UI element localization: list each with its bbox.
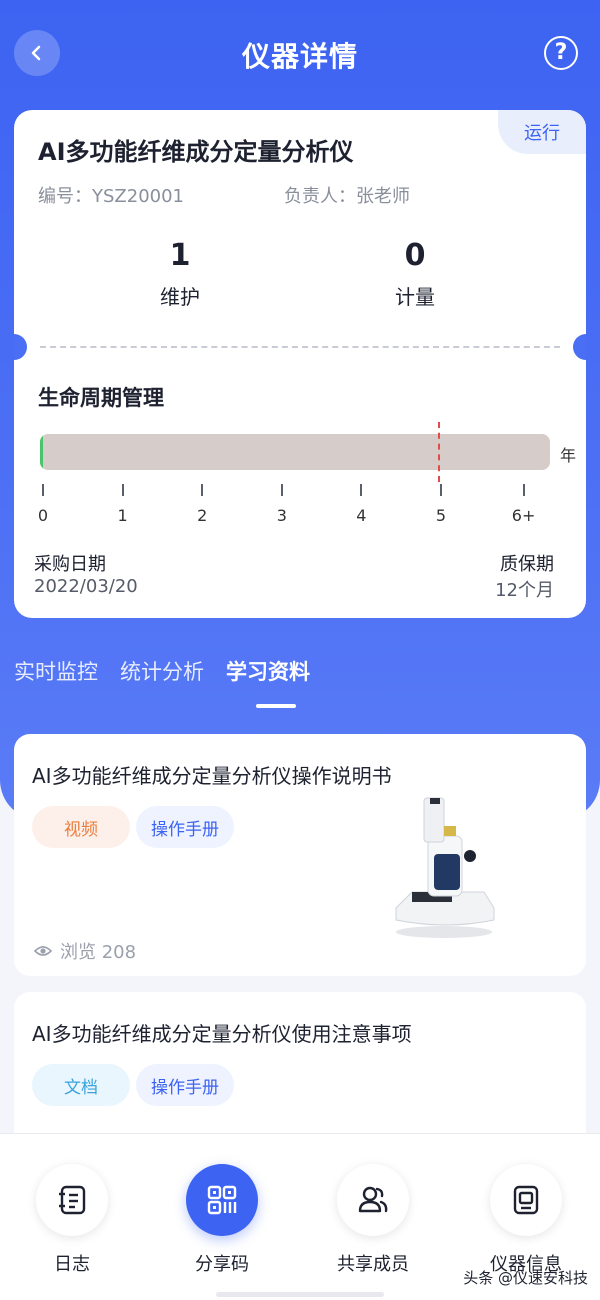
lifecycle-bar-fill	[40, 434, 44, 470]
axis-tick	[522, 484, 525, 496]
nav-shared-members-label: 共享成员	[337, 1254, 409, 1275]
view-count: 浏览 208	[34, 938, 136, 964]
card-notch-right	[573, 334, 586, 360]
tab-learning-materials[interactable]: 学习资料	[226, 656, 310, 686]
calibration-count: 0	[404, 238, 426, 273]
lifecycle-title: 生命周期管理	[38, 386, 164, 410]
dashed-divider	[40, 346, 560, 348]
document-card[interactable]: AI多功能纤维成分定量分析仪使用注意事项 文档 操作手册	[14, 992, 586, 1152]
document-title: AI多功能纤维成分定量分析仪使用注意事项	[32, 1022, 412, 1046]
tag-video: 视频	[32, 806, 130, 848]
instrument-code: 编号：YSZ20001	[38, 186, 185, 207]
tag-manual: 操作手册	[136, 1064, 234, 1106]
nav-log[interactable]: 日志	[12, 1164, 132, 1276]
axis-tick	[280, 484, 283, 496]
calibration-stat[interactable]: 0 计量	[355, 238, 475, 310]
axis-tick	[121, 484, 124, 496]
instrument-card: 运行 AI多功能纤维成分定量分析仪 编号：YSZ20001 负责人：张老师 1 …	[14, 110, 586, 618]
axis-tick-label: 4	[356, 506, 367, 525]
current-year-marker	[438, 422, 440, 482]
nav-log-button[interactable]	[36, 1164, 108, 1236]
calibration-label: 计量	[395, 285, 435, 309]
purchase-date-label: 采购日期	[34, 554, 106, 575]
instrument-image	[395, 797, 495, 938]
axis-tick	[42, 484, 44, 496]
view-count-text: 浏览 208	[60, 942, 137, 963]
active-tab-indicator	[256, 704, 296, 708]
members-icon	[358, 1186, 388, 1213]
back-arrow-icon	[31, 45, 41, 61]
qrcode-icon	[207, 1185, 237, 1215]
content-tabs: 实时监控 统计分析 学习资料	[14, 656, 310, 686]
axis-tick-label: 5	[435, 506, 447, 525]
document-title: AI多功能纤维成分定量分析仪操作说明书	[32, 764, 392, 788]
axis-tick-label: 1	[117, 506, 128, 525]
home-indicator	[216, 1292, 384, 1297]
maintenance-stat[interactable]: 1 维护	[120, 238, 240, 310]
eye-icon	[34, 946, 52, 956]
axis-tick-label: 2	[197, 506, 208, 525]
top-bar: 仪器详情 ?	[0, 0, 600, 110]
tab-realtime-monitor[interactable]: 实时监控	[14, 656, 98, 686]
warranty-label: 质保期	[500, 554, 554, 575]
page-title: 仪器详情	[241, 40, 358, 73]
help-button[interactable]: ?	[544, 36, 578, 70]
instrument-name: AI多功能纤维成分定量分析仪	[38, 138, 354, 166]
maintenance-label: 维护	[160, 285, 200, 309]
question-icon: ?	[554, 40, 568, 65]
watermark: 头条 @仪速安科技	[463, 1269, 588, 1287]
instrument-owner: 负责人：张老师	[284, 186, 410, 207]
axis-tick-label: 6+	[511, 506, 536, 525]
warranty-value: 12个月	[495, 580, 554, 601]
nav-device-info[interactable]: 仪器信息	[466, 1164, 586, 1276]
nav-shared-members-button[interactable]	[337, 1164, 409, 1236]
status-badge: 运行	[498, 110, 586, 154]
device-info-icon	[513, 1185, 539, 1215]
document-card[interactable]: AI多功能纤维成分定量分析仪操作说明书 视频 操作手册 浏览 208	[14, 734, 586, 976]
purchase-date-value: 2022/03/20	[34, 576, 138, 597]
back-button[interactable]	[14, 30, 60, 76]
nav-share-code-label: 分享码	[195, 1254, 249, 1275]
nav-share-code-button[interactable]	[186, 1164, 258, 1236]
axis-tick	[440, 484, 442, 496]
lifecycle-bar	[40, 434, 550, 470]
lifecycle-unit: 年	[560, 446, 577, 465]
log-icon	[59, 1185, 86, 1215]
nav-log-label: 日志	[54, 1254, 90, 1275]
axis-tick	[201, 484, 204, 496]
nav-share-code[interactable]: 分享码	[162, 1164, 282, 1276]
axis-tick-label: 3	[276, 506, 287, 525]
nav-shared-members[interactable]: 共享成员	[313, 1164, 433, 1276]
maintenance-count: 1	[169, 238, 191, 273]
tab-statistics[interactable]: 统计分析	[120, 656, 204, 686]
axis-tick-label: 0	[37, 506, 49, 525]
axis-tick	[360, 484, 363, 496]
tag-document: 文档	[32, 1064, 130, 1106]
tag-manual: 操作手册	[136, 806, 234, 848]
card-notch-left	[14, 334, 27, 360]
nav-device-info-button[interactable]	[490, 1164, 562, 1236]
